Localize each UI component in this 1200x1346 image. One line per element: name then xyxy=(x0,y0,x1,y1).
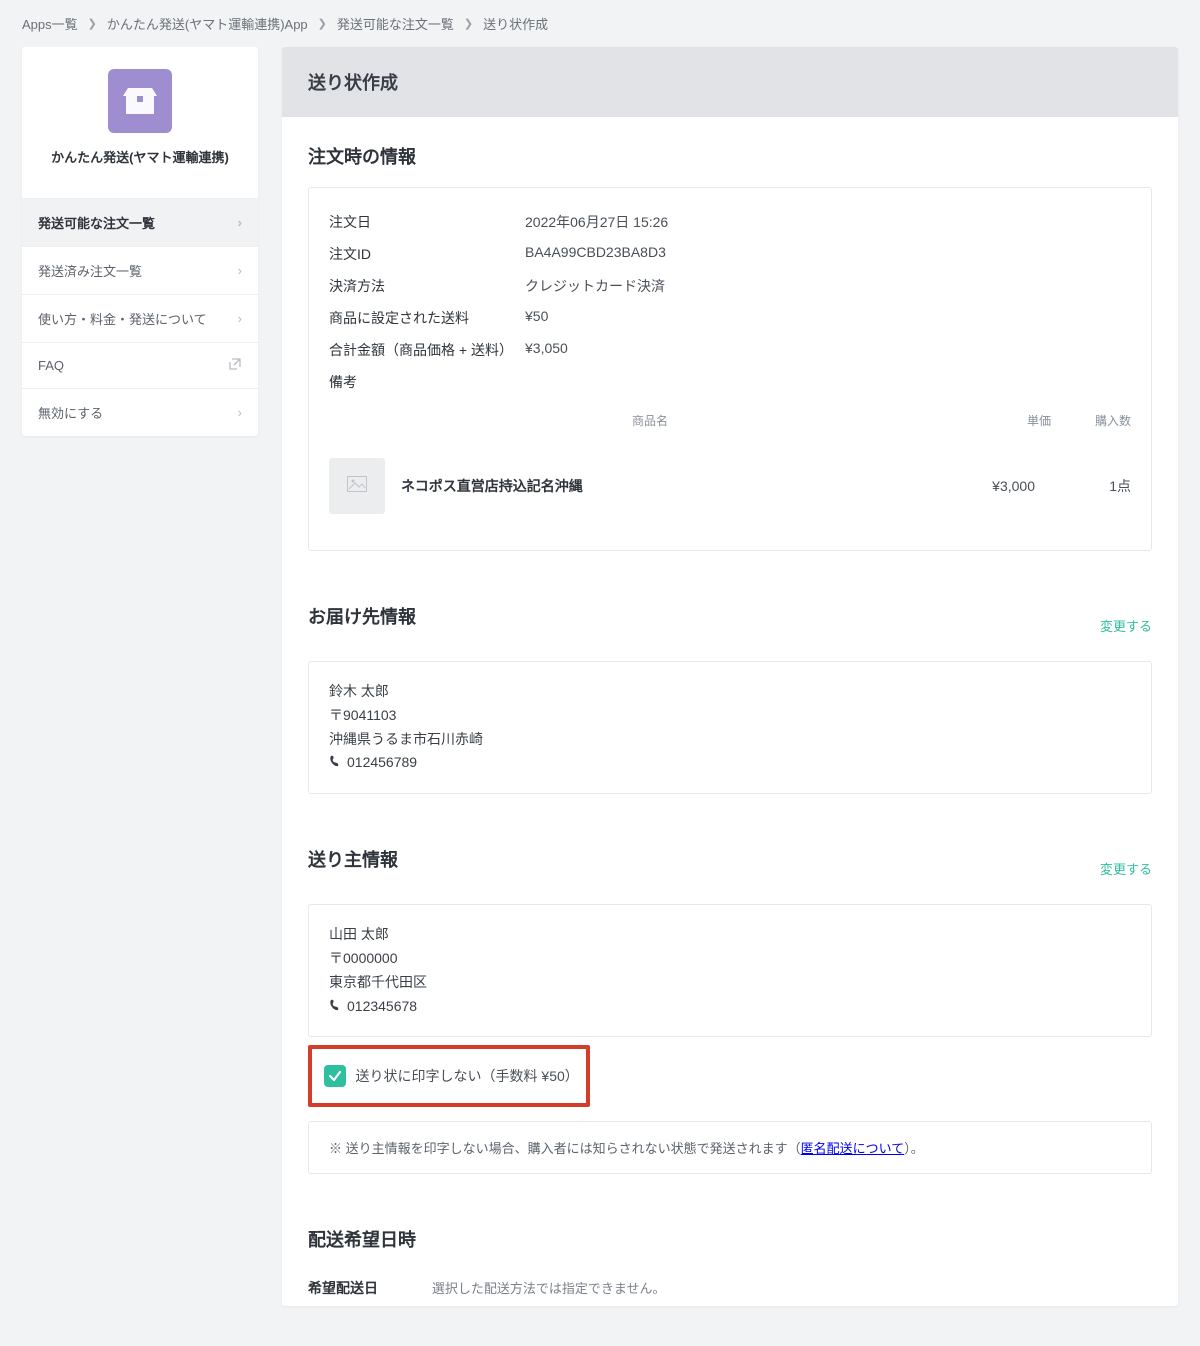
kv-key: 注文ID xyxy=(329,244,525,264)
section-heading: 注文時の情報 xyxy=(308,143,1152,169)
app-title: かんたん発送(ヤマト運輸連携) xyxy=(22,133,258,184)
image-placeholder-icon xyxy=(347,476,367,497)
chevron-right-icon: › xyxy=(238,405,242,420)
delivery-section: お届け先情報 変更する 鈴木 太郎 〒9041103 沖縄県うるま市石川赤崎 0… xyxy=(282,577,1178,820)
highlight-annotation: 送り状に印字しない（手数料 ¥50） xyxy=(308,1045,590,1107)
product-thumbnail xyxy=(329,458,385,514)
anonymous-shipping-link[interactable]: 匿名配送について xyxy=(801,1141,905,1156)
checkbox-checked[interactable] xyxy=(324,1065,346,1087)
chevron-right-icon: ❯ xyxy=(464,17,473,30)
chevron-right-icon: › xyxy=(238,215,242,230)
sender-card: 山田 太郎 〒0000000 東京都千代田区 012345678 xyxy=(308,904,1152,1037)
chevron-right-icon: ❯ xyxy=(88,17,97,30)
sidebar-item-disable[interactable]: 無効にする › xyxy=(22,388,258,436)
section-heading: 送り主情報 xyxy=(308,846,398,872)
kv-row: 注文日2022年06月27日 15:26 xyxy=(329,206,1131,238)
main-panel: 送り状作成 注文時の情報 注文日2022年06月27日 15:26 注文IDBA… xyxy=(282,47,1178,1306)
kv-key: 備考 xyxy=(329,372,525,392)
kv-row: 注文IDBA4A99CBD23BA8D3 xyxy=(329,238,1131,270)
delivery-postal: 〒9041103 xyxy=(329,704,1131,728)
section-heading: お届け先情報 xyxy=(308,603,416,629)
kv-key: 合計金額（商品価格 + 送料） xyxy=(329,340,525,360)
sender-note: ※ 送り主情報を印字しない場合、購入者には知らされない状態で発送されます（匿名配… xyxy=(308,1121,1152,1174)
delivery-phone: 012456789 xyxy=(347,751,417,775)
chevron-right-icon: ❯ xyxy=(318,17,327,30)
kv-key: 決済方法 xyxy=(329,276,525,296)
change-delivery-link[interactable]: 変更する xyxy=(1100,616,1152,635)
phone-icon xyxy=(329,751,341,775)
product-header: 商品名 単価 購入数 xyxy=(329,398,1131,440)
kv-row: 商品に設定された送料¥50 xyxy=(329,302,1131,334)
product-header-qty: 購入数 xyxy=(1051,412,1131,429)
checkbox-label: 送り状に印字しない（手数料 ¥50） xyxy=(356,1066,574,1086)
delivery-address: 沖縄県うるま市石川赤崎 xyxy=(329,728,1131,752)
kv-value: 2022年06月27日 15:26 xyxy=(525,212,668,232)
schedule-row: 希望配送日 選択した配送方法では指定できません。 xyxy=(282,1278,1178,1306)
chevron-right-icon: › xyxy=(238,311,242,326)
page-title: 送り状作成 xyxy=(282,47,1178,117)
sidebar-item-shipped-orders[interactable]: 発送済み注文一覧 › xyxy=(22,246,258,294)
breadcrumb-item[interactable]: Apps一覧 xyxy=(22,14,78,33)
order-info-section: 注文時の情報 注文日2022年06月27日 15:26 注文IDBA4A99CB… xyxy=(282,117,1178,577)
kv-value: ¥3,050 xyxy=(525,340,568,360)
sidebar-item-label: 無効にする xyxy=(38,403,103,422)
product-name: ネコポス直営店持込記名沖縄 xyxy=(401,476,939,496)
sidebar-item-label: 発送済み注文一覧 xyxy=(38,261,142,280)
external-link-icon xyxy=(228,357,242,374)
kv-value: クレジットカード決済 xyxy=(525,276,665,296)
app-icon xyxy=(108,69,172,133)
delivery-name: 鈴木 太郎 xyxy=(329,680,1131,704)
kv-row: 決済方法クレジットカード決済 xyxy=(329,270,1131,302)
sender-section: 送り主情報 変更する 山田 太郎 〒0000000 東京都千代田区 012345… xyxy=(282,820,1178,1200)
sidebar-item-help[interactable]: 使い方・料金・発送について › xyxy=(22,294,258,342)
package-icon xyxy=(123,86,157,116)
section-heading: 配送希望日時 xyxy=(308,1226,1152,1252)
breadcrumb: Apps一覧 ❯ かんたん発送(ヤマト運輸連携)App ❯ 発送可能な注文一覧 … xyxy=(0,0,1200,47)
product-header-name: 商品名 xyxy=(329,412,971,429)
breadcrumb-item[interactable]: かんたん発送(ヤマト運輸連携)App xyxy=(107,14,308,33)
sender-phone: 012345678 xyxy=(347,995,417,1019)
sidebar-item-label: 使い方・料金・発送について xyxy=(38,309,207,328)
change-sender-link[interactable]: 変更する xyxy=(1100,859,1152,878)
sidebar-item-shippable-orders[interactable]: 発送可能な注文一覧 › xyxy=(22,198,258,246)
sender-postal: 〒0000000 xyxy=(329,947,1131,971)
sidebar-item-label: FAQ xyxy=(38,358,64,373)
kv-key: 注文日 xyxy=(329,212,525,232)
product-price: ¥3,000 xyxy=(955,478,1035,494)
chevron-right-icon: › xyxy=(238,263,242,278)
delivery-card: 鈴木 太郎 〒9041103 沖縄県うるま市石川赤崎 012456789 xyxy=(308,661,1152,794)
note-text: ※ 送り主情報を印字しない場合、購入者には知らされない状態で発送されます（ xyxy=(329,1141,801,1156)
sidebar-header: かんたん発送(ヤマト運輸連携) xyxy=(22,47,258,198)
sidebar-item-faq[interactable]: FAQ xyxy=(22,342,258,388)
kv-row: 合計金額（商品価格 + 送料）¥3,050 xyxy=(329,334,1131,366)
breadcrumb-item[interactable]: 発送可能な注文一覧 xyxy=(337,14,454,33)
sidebar: かんたん発送(ヤマト運輸連携) 発送可能な注文一覧 › 発送済み注文一覧 › 使… xyxy=(22,47,258,436)
schedule-section: 配送希望日時 xyxy=(282,1200,1178,1278)
sender-address: 東京都千代田区 xyxy=(329,971,1131,995)
phone-icon xyxy=(329,995,341,1019)
product-row: ネコポス直営店持込記名沖縄 ¥3,000 1点 xyxy=(329,440,1131,532)
kv-key: 商品に設定された送料 xyxy=(329,308,525,328)
schedule-value: 選択した配送方法では指定できません。 xyxy=(432,1281,666,1296)
kv-row: 備考 xyxy=(329,366,1131,398)
sidebar-item-label: 発送可能な注文一覧 xyxy=(38,213,155,232)
sender-name: 山田 太郎 xyxy=(329,923,1131,947)
note-suffix: ）。 xyxy=(904,1141,924,1156)
kv-value: ¥50 xyxy=(525,308,548,328)
order-info-card: 注文日2022年06月27日 15:26 注文IDBA4A99CBD23BA8D… xyxy=(308,187,1152,551)
product-qty: 1点 xyxy=(1051,476,1131,496)
kv-value: BA4A99CBD23BA8D3 xyxy=(525,244,666,264)
breadcrumb-current: 送り状作成 xyxy=(483,14,548,33)
hide-sender-checkbox-row[interactable]: 送り状に印字しない（手数料 ¥50） xyxy=(320,1055,578,1097)
product-header-price: 単価 xyxy=(971,412,1051,429)
schedule-label: 希望配送日 xyxy=(308,1278,428,1298)
